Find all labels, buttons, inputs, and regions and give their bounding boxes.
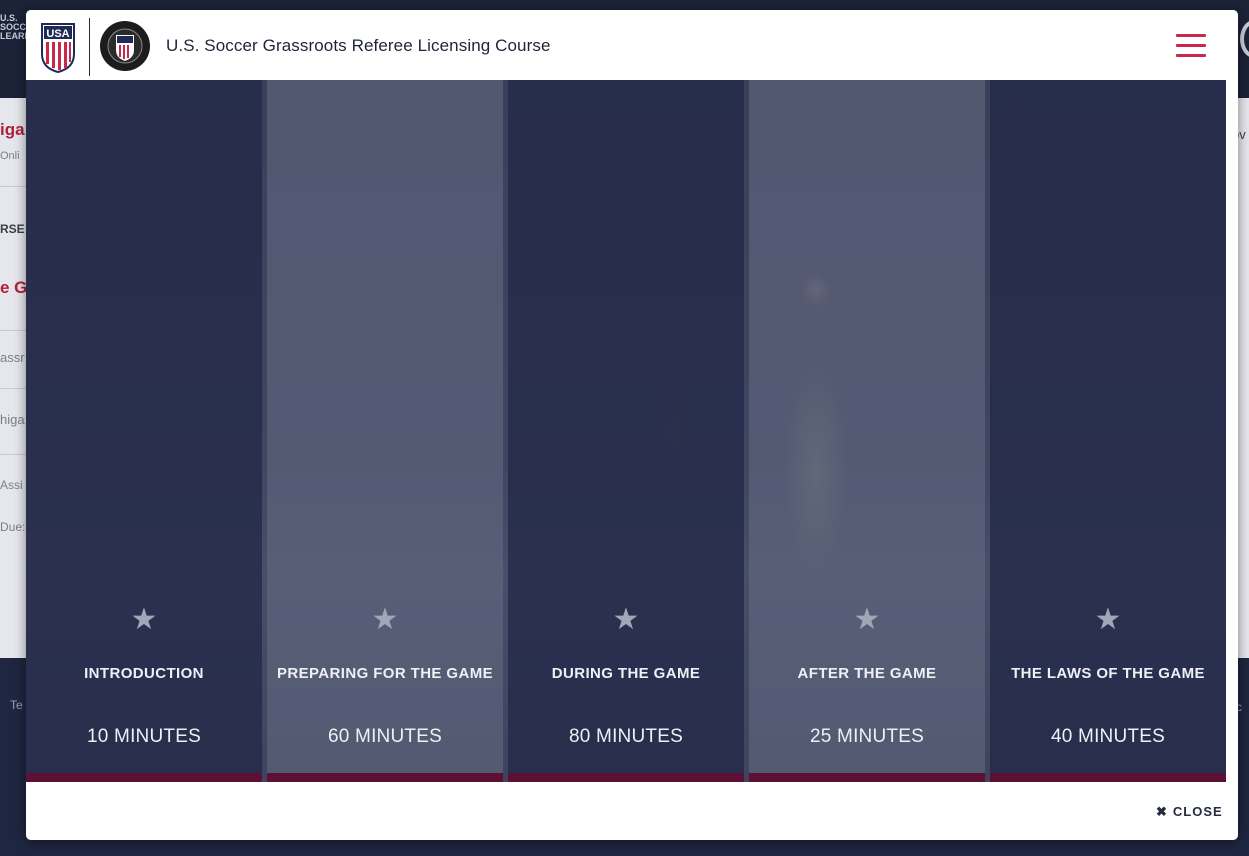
modal-title: U.S. Soccer Grassroots Referee Licensing…: [166, 36, 551, 55]
background-avatar: [1240, 20, 1249, 58]
module-duration: 80 MINUTES: [569, 726, 683, 747]
referee-program-badge: [100, 21, 150, 71]
module-duration: 40 MINUTES: [1051, 726, 1165, 747]
module-title: AFTER THE GAME: [797, 665, 937, 682]
modal-header: USA U.S. Soccer Grassroots Referee Licen…: [26, 10, 1238, 80]
module-progress-bar: [267, 773, 503, 782]
module-duration: 60 MINUTES: [328, 726, 442, 747]
module-after-the-game[interactable]: ★ AFTER THE GAME 25 MINUTES: [749, 80, 985, 782]
module-progress-bar: [990, 773, 1226, 782]
module-title: PREPARING FOR THE GAME: [276, 665, 494, 682]
usa-logo-text: USA: [46, 28, 69, 40]
module-progress-bar: [749, 773, 985, 782]
star-icon: ★: [130, 603, 158, 636]
us-soccer-logo: USA: [41, 23, 75, 74]
module-title: THE LAWS OF THE GAME: [1011, 665, 1205, 682]
module-title: INTRODUCTION: [84, 665, 204, 682]
menu-button[interactable]: [1174, 32, 1208, 60]
course-modal: USA U.S. Soccer Grassroots Referee Licen…: [26, 10, 1238, 840]
module-introduction[interactable]: ★ INTRODUCTION 10 MINUTES: [26, 80, 262, 782]
module-the-laws-of-the-game[interactable]: ★ THE LAWS OF THE GAME 40 MINUTES: [990, 80, 1226, 782]
close-label: CLOSE: [1172, 804, 1223, 819]
star-icon: ★: [612, 603, 640, 636]
module-progress-bar: [508, 773, 744, 782]
module-duration: 10 MINUTES: [87, 726, 201, 747]
star-icon: ★: [1094, 603, 1122, 636]
module-preparing-for-the-game[interactable]: ★ PREPARING FOR THE GAME 60 MINUTES: [267, 80, 503, 782]
modal-footer: ✖ CLOSE: [26, 782, 1238, 840]
module-duration: 25 MINUTES: [810, 726, 924, 747]
module-strip: ★ INTRODUCTION 10 MINUTES ★ PREPARING FO…: [26, 80, 1226, 782]
module-progress-bar: [26, 773, 262, 782]
module-title: DURING THE GAME: [551, 665, 701, 682]
star-icon: ★: [371, 603, 399, 636]
close-button[interactable]: ✖ CLOSE: [1156, 804, 1223, 820]
logo-divider: [89, 18, 90, 76]
times-icon: ✖: [1156, 804, 1168, 819]
module-during-the-game[interactable]: ★ DURING THE GAME 80 MINUTES: [508, 80, 744, 782]
star-icon: ★: [853, 603, 881, 636]
